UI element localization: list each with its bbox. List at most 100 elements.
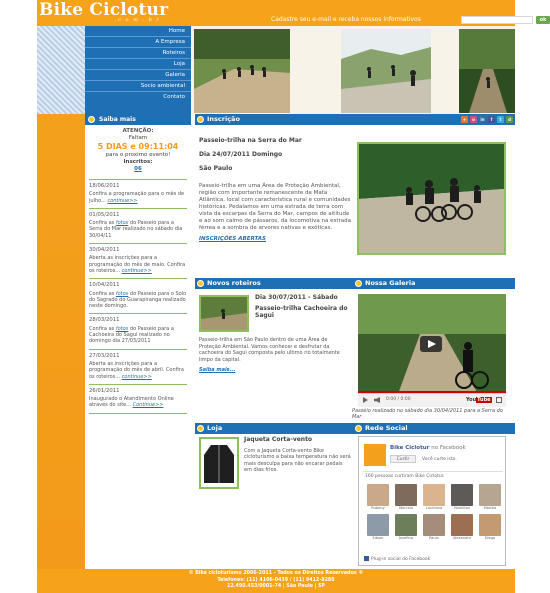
header-photo-strip bbox=[191, 26, 515, 114]
news-continue-link[interactable]: Continue>> bbox=[133, 402, 164, 408]
facebook-page-name[interactable]: Bike Ciclotur no Facebook bbox=[390, 445, 466, 451]
plus-icon[interactable]: + bbox=[461, 116, 468, 123]
fan-avatar[interactable] bbox=[423, 514, 445, 536]
section-inscricao-title: Inscrição + o in f t d bbox=[195, 114, 515, 125]
news-date: 28/03/2011 bbox=[89, 317, 120, 324]
inscritos-count-link[interactable]: 06 bbox=[85, 166, 191, 173]
footer: © Bike cicloturismo 2006-2011 - Todos os… bbox=[37, 569, 515, 593]
fan-item[interactable]: Rubeny bbox=[365, 484, 391, 511]
facebook-page-avatar[interactable] bbox=[364, 444, 386, 466]
attention-label: ATENÇÃO: bbox=[122, 128, 154, 134]
bullet-icon bbox=[355, 280, 362, 287]
video-time: 0:00 / 0:00 bbox=[386, 397, 411, 402]
fan-item[interactable]: Diego bbox=[477, 514, 503, 541]
roteiro-info: Dia 30/07/2011 - Sábado Passeio-trilha C… bbox=[255, 294, 351, 319]
nav-item-empresa[interactable]: A Empresa bbox=[85, 37, 191, 48]
news-photos-link[interactable]: fotos bbox=[116, 326, 128, 332]
inscricao-photo[interactable] bbox=[357, 142, 506, 255]
facebook-plugin-label[interactable]: Plug-in social do Facebook bbox=[364, 556, 430, 562]
product-thumbnail[interactable] bbox=[199, 437, 239, 489]
inscricoes-abertas-link[interactable]: INSCRIÇÕES ABERTAS bbox=[199, 236, 351, 243]
inscricao-place: São Paulo bbox=[199, 165, 233, 172]
section-roteiros-title: Novos roteiros bbox=[195, 278, 353, 289]
twitter-icon[interactable]: t bbox=[497, 116, 504, 123]
section-inscricao-title-text: Inscrição bbox=[207, 115, 240, 123]
countdown-box: ATENÇÃO: Faltam 5 DIAS e 09:11:04 para o… bbox=[85, 125, 191, 173]
fan-item[interactable]: Hamilton bbox=[449, 484, 475, 511]
orkut-icon[interactable]: o bbox=[470, 116, 477, 123]
section-galeria-title-text: Nossa Galeria bbox=[365, 279, 416, 287]
gallery-video-player[interactable]: 0:00 / 0:00 YouTube bbox=[358, 294, 506, 407]
news-continue-link[interactable]: continue>> bbox=[122, 268, 152, 274]
fan-avatar[interactable] bbox=[479, 484, 501, 506]
section-rede-social-title-text: Rede Social bbox=[365, 424, 408, 432]
newsletter-email-input[interactable] bbox=[461, 16, 533, 24]
fan-item[interactable]: Luciriana bbox=[421, 484, 447, 511]
fan-avatar[interactable] bbox=[451, 514, 473, 536]
news-photos-link[interactable]: fotos bbox=[116, 291, 128, 297]
fan-name: Paulo bbox=[429, 536, 439, 540]
news-item: 28/03/2011 Confira as fotos do Passeio p… bbox=[89, 313, 187, 348]
news-date: 01/05/2011 bbox=[89, 211, 120, 218]
bullet-icon bbox=[197, 116, 204, 123]
fan-avatar[interactable] bbox=[451, 484, 473, 506]
fan-avatar[interactable] bbox=[367, 484, 389, 506]
facebook-like-button[interactable]: Curtir bbox=[390, 455, 416, 463]
bullet-icon bbox=[197, 425, 204, 432]
fan-item[interactable]: Marcelo bbox=[393, 484, 419, 511]
fan-item[interactable]: Edson bbox=[365, 514, 391, 541]
volume-icon[interactable] bbox=[374, 397, 380, 403]
fan-item[interactable]: Martha bbox=[477, 484, 503, 511]
sidebar: Saiba mais ATENÇÃO: Faltam 5 DIAS e 09:1… bbox=[85, 114, 191, 569]
news-item: 30/04/2011 Aberta as inscrições para a p… bbox=[89, 243, 187, 278]
bullet-icon bbox=[88, 116, 95, 123]
gallery-caption: Passeio realizado no sábado dia 30/04/20… bbox=[352, 408, 503, 420]
inscricao-description: Passeio-trilha em uma Área de Proteção A… bbox=[199, 183, 351, 231]
delicious-icon[interactable]: d bbox=[506, 116, 513, 123]
linkedin-icon[interactable]: in bbox=[479, 116, 486, 123]
nav-item-home[interactable]: Home bbox=[85, 26, 191, 37]
sidebar-title-text: Saiba mais bbox=[99, 116, 136, 123]
fan-avatar[interactable] bbox=[395, 484, 417, 506]
news-continue-link[interactable]: continue>> bbox=[107, 198, 137, 204]
inscritos-label: Inscritos: bbox=[123, 159, 153, 165]
roteiro-thumbnail[interactable] bbox=[199, 295, 249, 332]
nav-item-roteiros[interactable]: Roteiros bbox=[85, 48, 191, 59]
youtube-logo-icon[interactable]: YouTube bbox=[466, 397, 492, 403]
roteiro-description: Passeio-trilha em São Paulo dentro de um… bbox=[199, 337, 340, 363]
section-rede-social-title: Rede Social bbox=[353, 423, 515, 434]
next-event-label: para o proximo evento! bbox=[105, 152, 171, 158]
roteiro-saiba-mais-link[interactable]: Saiba mais... bbox=[199, 367, 349, 374]
news-date: 26/01/2011 bbox=[89, 387, 120, 394]
section-loja-title: Loja bbox=[195, 423, 353, 434]
nav-item-contato[interactable]: Contato bbox=[85, 92, 191, 103]
section-loja-title-text: Loja bbox=[207, 424, 223, 432]
left-decor-texture bbox=[37, 26, 85, 114]
news-item: 01/05/2011 Confira as fotos do Passeio p… bbox=[89, 207, 187, 243]
news-date: 27/03/2011 bbox=[89, 352, 120, 359]
newsletter-ok-button[interactable]: ok bbox=[536, 16, 550, 24]
fan-avatar[interactable] bbox=[395, 514, 417, 536]
header-photo-2 bbox=[341, 29, 431, 113]
nav-item-galeria[interactable]: Galeria bbox=[85, 70, 191, 81]
fan-item[interactable]: Josefina bbox=[393, 514, 419, 541]
play-icon[interactable] bbox=[363, 397, 368, 403]
fan-name: Hamilton bbox=[453, 506, 471, 510]
video-progress-bar[interactable] bbox=[358, 391, 506, 393]
facebook-page-name-text[interactable]: Bike Ciclotur bbox=[390, 445, 429, 451]
section-galeria-title: Nossa Galeria bbox=[353, 278, 515, 289]
nav-item-loja[interactable]: Loja bbox=[85, 59, 191, 70]
fan-item[interactable]: Paulo bbox=[421, 514, 447, 541]
facebook-like-count: 160 pessoas curtiram Bike Ciclotur. bbox=[365, 474, 445, 479]
fullscreen-icon[interactable] bbox=[496, 397, 502, 403]
fan-avatar[interactable] bbox=[423, 484, 445, 506]
nav-item-socio-ambiental[interactable]: Socio ambiental bbox=[85, 81, 191, 92]
news-continue-link[interactable]: continue>> bbox=[122, 374, 152, 380]
fan-avatar[interactable] bbox=[479, 514, 501, 536]
facebook-icon[interactable]: f bbox=[488, 116, 495, 123]
inscricao-headline: Passeio-trilha na Serra do Mar bbox=[199, 137, 302, 144]
fan-avatar[interactable] bbox=[367, 514, 389, 536]
news-text: Confira as bbox=[89, 325, 115, 332]
fan-item[interactable]: Alexandre bbox=[449, 514, 475, 541]
main-nav: Home A Empresa Roteiros Loja Galeria Soc… bbox=[85, 26, 191, 114]
